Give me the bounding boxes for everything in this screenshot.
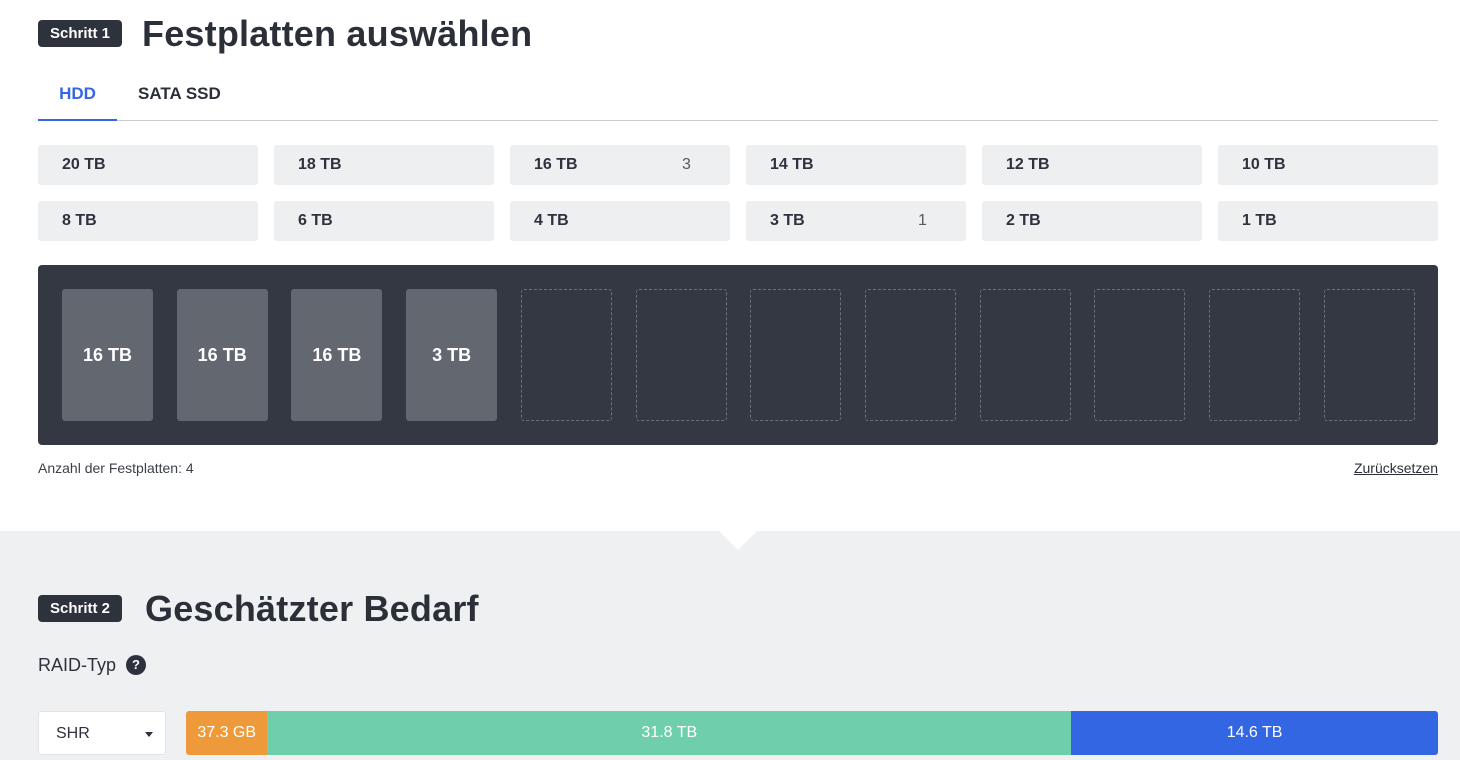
capacity-label: 10 TB	[1242, 156, 1286, 173]
drive-slot-empty	[979, 289, 1071, 421]
tab-hdd[interactable]: HDD	[38, 70, 117, 121]
capacity-label: 1 TB	[1242, 212, 1277, 229]
drive-slot-empty	[1209, 289, 1300, 421]
usage-segment-protection: 37.3 GB	[186, 711, 268, 755]
capacity-label: 4 TB	[534, 212, 569, 229]
capacity-label: 6 TB	[298, 212, 333, 229]
capacity-label: 12 TB	[1006, 156, 1050, 173]
help-icon[interactable]: ?	[126, 655, 146, 675]
capacity-button-8tb[interactable]: 8 TB	[38, 201, 258, 241]
drive-slot-empty	[864, 289, 956, 421]
drive-slot-filled[interactable]: 16 TB	[291, 289, 383, 421]
capacity-button-1tb[interactable]: 1 TB	[1218, 201, 1438, 241]
reset-link[interactable]: Zurücksetzen	[1354, 460, 1438, 476]
capacity-count: 3	[682, 156, 691, 173]
capacity-button-4tb[interactable]: 4 TB	[510, 201, 730, 241]
capacity-label: 16 TB	[534, 156, 578, 173]
step2-title: Geschätzter Bedarf	[145, 588, 479, 629]
drive-slot-empty	[635, 289, 727, 421]
drive-slot-empty	[1094, 289, 1186, 421]
drive-slot-empty	[1323, 289, 1415, 421]
nas-bay: 16 TB 16 TB 16 TB 3 TB	[38, 265, 1438, 445]
capacity-button-2tb[interactable]: 2 TB	[982, 201, 1202, 241]
capacity-button-18tb[interactable]: 18 TB	[274, 145, 494, 185]
step1-badge: Schritt 1	[38, 20, 123, 47]
capacity-button-20tb[interactable]: 20 TB	[38, 145, 258, 185]
tab-sata-ssd[interactable]: SATA SSD	[138, 70, 221, 121]
capacity-label: 14 TB	[770, 156, 814, 173]
raid-type-label: RAID-Typ	[38, 655, 117, 675]
capacity-label: 2 TB	[1006, 212, 1041, 229]
drive-slot-empty	[520, 289, 612, 421]
drive-slot-filled[interactable]: 16 TB	[62, 289, 153, 421]
capacity-label: 3 TB	[770, 212, 805, 229]
usage-segment-available: 31.8 TB	[267, 711, 1072, 755]
disk-count-text: Anzahl der Festplatten: 4	[38, 460, 194, 476]
capacity-usage-bar: 37.3 GB 31.8 TB 14.6 TB	[186, 711, 1438, 755]
capacity-button-12tb[interactable]: 12 TB	[982, 145, 1202, 185]
capacity-button-14tb[interactable]: 14 TB	[746, 145, 966, 185]
usage-segment-unused: 14.6 TB	[1071, 711, 1438, 755]
drive-slot-filled[interactable]: 16 TB	[176, 289, 268, 421]
raid-type-value: SHR	[56, 725, 90, 742]
raid-type-select[interactable]: SHR	[38, 711, 166, 755]
capacity-label: 20 TB	[62, 156, 106, 173]
capacity-button-10tb[interactable]: 10 TB	[1218, 145, 1438, 185]
section-notch	[719, 531, 757, 550]
capacity-button-16tb[interactable]: 16 TB 3	[510, 145, 730, 185]
chevron-down-icon	[145, 732, 153, 737]
step1-title: Festplatten auswählen	[142, 13, 533, 54]
capacity-button-3tb[interactable]: 3 TB 1	[746, 201, 966, 241]
step1-section: Schritt 1 Festplatten auswählen HDD SATA…	[0, 0, 1460, 531]
disk-type-tabs: HDD SATA SSD	[38, 70, 1438, 121]
capacity-label: 8 TB	[62, 212, 97, 229]
capacity-label: 18 TB	[298, 156, 342, 173]
drive-slot-filled[interactable]: 3 TB	[406, 289, 498, 421]
step2-badge: Schritt 2	[38, 595, 123, 622]
drive-slot-empty	[750, 289, 842, 421]
capacity-button-6tb[interactable]: 6 TB	[274, 201, 494, 241]
capacity-count: 1	[918, 212, 927, 229]
